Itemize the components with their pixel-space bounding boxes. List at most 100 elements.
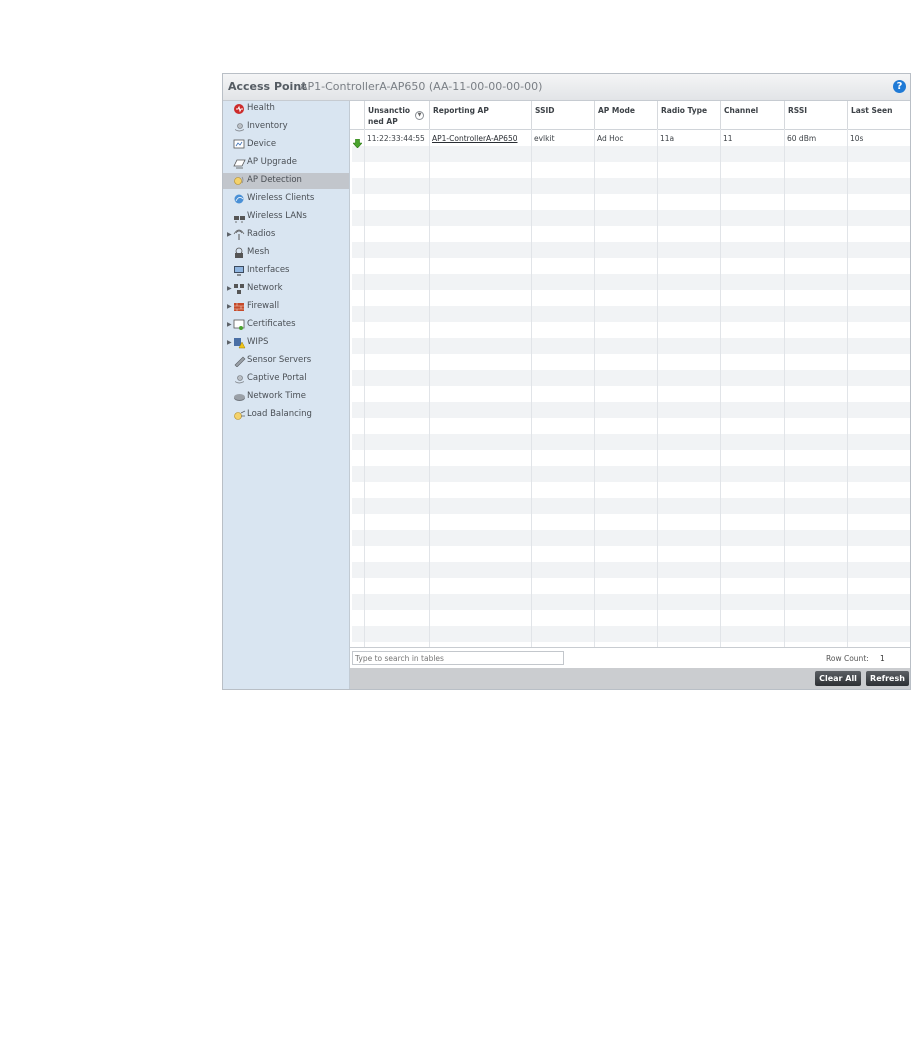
row-count-value: 1	[880, 654, 885, 663]
help-icon[interactable]: ?	[893, 80, 906, 93]
device-icon	[233, 139, 246, 151]
health-icon	[233, 103, 246, 115]
table-row-stripe	[352, 242, 910, 258]
reporting-ap-link[interactable]: AP1-ControllerA-AP650	[432, 134, 518, 143]
sidebar-item-network[interactable]: ▶ Network	[223, 281, 349, 297]
expand-arrow-icon[interactable]: ▶	[227, 231, 232, 238]
column-header-reporting-ap[interactable]: Reporting AP	[429, 101, 531, 129]
table-footer: Row Count: 1	[350, 647, 910, 668]
search-input[interactable]	[352, 651, 564, 665]
interfaces-icon	[233, 265, 246, 277]
sort-icon[interactable]: ▼	[415, 111, 424, 120]
clear-all-button[interactable]: Clear All	[815, 671, 861, 686]
sidebar-item-label: Mesh	[247, 247, 270, 257]
sidebar-item-network-time[interactable]: Network Time	[223, 389, 349, 405]
sidebar: Health Inventory Device AP Upgrade AP Detect…	[223, 101, 350, 689]
sidebar-item-label: Network Time	[247, 391, 306, 401]
sidebar-item-label: Device	[247, 139, 277, 149]
firewall-icon	[233, 301, 246, 313]
sidebar-item-label: Wireless Clients	[247, 193, 315, 203]
sidebar-item-firewall[interactable]: ▶ Firewall	[223, 299, 349, 315]
table-header: Unsanctio ned AP ▼ Reporting AP SSID AP …	[350, 101, 910, 130]
refresh-button[interactable]: Refresh	[866, 671, 909, 686]
sidebar-item-wireless-clients[interactable]: Wireless Clients	[223, 191, 349, 207]
sidebar-item-ap-upgrade[interactable]: AP Upgrade	[223, 155, 349, 171]
table-row-stripe	[352, 194, 910, 210]
detection-table: Unsanctio ned AP ▼ Reporting AP SSID AP …	[350, 101, 910, 647]
table-row-stripe	[352, 498, 910, 514]
column-header-last-seen[interactable]: Last Seen	[847, 101, 910, 129]
table-row-stripe	[352, 482, 910, 498]
page-title: Access Point	[228, 80, 307, 93]
sidebar-item-label: WIPS	[247, 337, 269, 347]
table-row-stripe	[352, 450, 910, 466]
expand-arrow-icon[interactable]: ▶	[227, 303, 232, 310]
sidebar-item-mesh[interactable]: Mesh	[223, 245, 349, 261]
table-row-stripe	[352, 466, 910, 482]
table-row-stripe	[352, 418, 910, 434]
sidebar-item-sensor-servers[interactable]: Sensor Servers	[223, 353, 349, 369]
sidebar-item-radios[interactable]: ▶ Radios	[223, 227, 349, 243]
sidebar-item-inventory[interactable]: Inventory	[223, 119, 349, 135]
table-row-stripe	[352, 594, 910, 610]
column-header-radio-type[interactable]: Radio Type	[657, 101, 720, 129]
table-row-stripe	[352, 258, 910, 274]
sidebar-item-certificates[interactable]: ▶ Certificates	[223, 317, 349, 333]
sidebar-item-label: Firewall	[247, 301, 280, 311]
expand-arrow-icon[interactable]: ▶	[227, 321, 232, 328]
table-row-stripe	[352, 402, 910, 418]
sidebar-item-label: Load Balancing	[247, 409, 312, 419]
column-header-ssid[interactable]: SSID	[531, 101, 594, 129]
cell-channel: 11	[723, 134, 733, 143]
cell-rssi: 60 dBm	[787, 134, 817, 143]
sidebar-item-captive-portal[interactable]: Captive Portal	[223, 371, 349, 387]
sidebar-item-interfaces[interactable]: Interfaces	[223, 263, 349, 279]
column-header-rssi[interactable]: RSSI	[784, 101, 847, 129]
table-row-stripe	[352, 434, 910, 450]
cell-unsanctioned-ap: 11:22:33:44:55	[367, 134, 425, 143]
table-row-stripe	[352, 210, 910, 226]
table-row-stripe	[352, 226, 910, 242]
sidebar-item-label: Sensor Servers	[247, 355, 312, 365]
network-icon	[233, 283, 246, 295]
sidebar-item-label: AP Detection	[247, 175, 302, 185]
table-row-stripe	[352, 178, 910, 194]
sidebar-item-ap-detection[interactable]: AP Detection	[223, 173, 349, 189]
sidebar-item-wips[interactable]: ▶ WIPS	[223, 335, 349, 351]
column-header-channel[interactable]: Channel	[720, 101, 784, 129]
table-row-stripe	[352, 626, 910, 642]
sidebar-item-device[interactable]: Device	[223, 137, 349, 153]
column-divider	[594, 129, 595, 647]
sidebar-item-label: AP Upgrade	[247, 157, 297, 167]
status-icon	[352, 133, 363, 149]
column-header-unsanctioned-ap[interactable]: Unsanctio ned AP ▼	[364, 101, 429, 129]
table-row-stripe	[352, 514, 910, 530]
access-point-panel: Access Point AP1-ControllerA-AP650 (AA-1…	[222, 73, 911, 690]
sidebar-item-health[interactable]: Health	[223, 101, 349, 117]
sidebar-item-wireless-lans[interactable]: Wireless LANs	[223, 209, 349, 225]
status-column-header	[350, 101, 364, 129]
ap-detection-icon	[233, 175, 246, 187]
table-row-stripe	[352, 610, 910, 626]
column-divider	[720, 129, 721, 647]
table-row-stripe	[352, 290, 910, 306]
mesh-icon	[233, 247, 246, 259]
table-row-stripe	[352, 338, 910, 354]
column-header-ap-mode[interactable]: AP Mode	[594, 101, 657, 129]
wips-icon	[233, 337, 246, 349]
table-row-stripe	[352, 386, 910, 402]
table-row-stripe	[352, 274, 910, 290]
inventory-icon	[233, 121, 246, 133]
sidebar-item-load-balancing[interactable]: Load Balancing	[223, 407, 349, 423]
expand-arrow-icon[interactable]: ▶	[227, 339, 232, 346]
cell-radio-type: 11a	[660, 134, 675, 143]
sidebar-item-label: Certificates	[247, 319, 296, 329]
column-divider	[531, 129, 532, 647]
table-row-stripe	[352, 322, 910, 338]
wireless-clients-icon	[233, 193, 246, 205]
column-divider	[847, 129, 848, 647]
sidebar-item-label: Inventory	[247, 121, 288, 131]
expand-arrow-icon[interactable]: ▶	[227, 285, 232, 292]
table-row-stripe	[352, 578, 910, 594]
sidebar-item-label: Network	[247, 283, 283, 293]
